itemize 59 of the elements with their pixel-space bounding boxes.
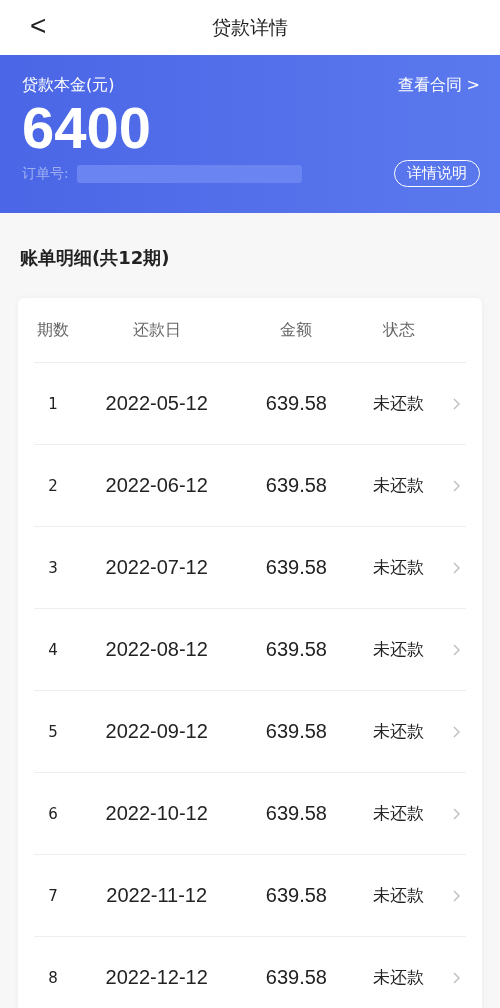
page-title: 贷款详情 xyxy=(212,14,288,40)
period-cell-text: 6 xyxy=(47,804,59,823)
date-cell-text: 2022-10-12 xyxy=(104,802,209,825)
bill-row[interactable]: 1 2022-05-12 639.58 未还款 xyxy=(34,363,466,445)
period-cell-text: 2 xyxy=(47,476,59,495)
chevron-right-icon xyxy=(452,561,460,574)
column-header: 金额 xyxy=(279,319,314,341)
period-cell-text: 4 xyxy=(47,640,59,659)
period-cell-text: 3 xyxy=(47,558,59,577)
principal-label: 贷款本金(元) xyxy=(22,75,115,96)
bill-row[interactable]: 6 2022-10-12 639.58 未还款 xyxy=(34,773,466,855)
status-cell-text: 未还款 xyxy=(372,966,426,989)
period-cell-text: 5 xyxy=(47,722,59,741)
period-cell-text: 8 xyxy=(47,968,59,987)
chevron-right-icon xyxy=(452,971,460,984)
chevron-right-icon xyxy=(452,397,460,410)
status-cell-text: 未还款 xyxy=(372,474,426,497)
bill-row[interactable]: 3 2022-07-12 639.58 未还款 xyxy=(34,527,466,609)
section-title: 账单明细(共12期) xyxy=(19,246,171,265)
amount-cell-text: 639.58 xyxy=(264,474,328,497)
chevron-right-icon xyxy=(452,479,460,492)
date-cell-text: 2022-12-12 xyxy=(104,966,209,989)
amount-cell-text: 639.58 xyxy=(264,884,328,907)
period-cell-text: 1 xyxy=(47,394,59,413)
date-cell-text: 2022-09-12 xyxy=(104,720,209,743)
view-contract-link[interactable]: 查看合同 > xyxy=(397,75,480,96)
amount-cell-text: 639.58 xyxy=(264,802,328,825)
column-header: 期数 xyxy=(35,319,70,341)
column-header: 状态 xyxy=(381,319,416,341)
amount-cell-text: 639.58 xyxy=(264,556,328,579)
chevron-right-icon xyxy=(452,725,460,738)
date-cell-text: 2022-05-12 xyxy=(104,392,209,415)
chevron-right-icon xyxy=(452,643,460,656)
bill-row[interactable]: 5 2022-09-12 639.58 未还款 xyxy=(34,691,466,773)
back-button[interactable]: < xyxy=(30,10,47,42)
amount-cell-text: 639.58 xyxy=(264,966,328,989)
principal-amount: 6400 xyxy=(22,98,153,158)
amount-cell-text: 639.58 xyxy=(264,638,328,661)
date-cell-text: 2022-08-12 xyxy=(104,638,209,661)
order-number-label: 订单号: xyxy=(22,164,69,183)
bill-row[interactable]: 2 2022-06-12 639.58 未还款 xyxy=(34,445,466,527)
chevron-right-icon xyxy=(452,807,460,820)
status-cell-text: 未还款 xyxy=(372,638,426,661)
chevron-right-icon xyxy=(452,889,460,902)
status-cell-text: 未还款 xyxy=(372,392,426,415)
status-cell-text: 未还款 xyxy=(372,556,426,579)
bill-row[interactable]: 8 2022-12-12 639.58 未还款 xyxy=(34,937,466,1008)
status-cell-text: 未还款 xyxy=(372,802,426,825)
bill-row[interactable]: 7 2022-11-12 639.58 未还款 xyxy=(34,855,466,937)
amount-cell-text: 639.58 xyxy=(264,392,328,415)
column-header: 还款日 xyxy=(131,319,182,341)
date-cell-text: 2022-11-12 xyxy=(105,884,209,907)
status-cell-text: 未还款 xyxy=(372,884,426,907)
amount-cell-text: 639.58 xyxy=(264,720,328,743)
bill-row[interactable]: 4 2022-08-12 639.58 未还款 xyxy=(34,609,466,691)
status-cell-text: 未还款 xyxy=(372,720,426,743)
date-cell-text: 2022-06-12 xyxy=(104,474,209,497)
period-cell-text: 7 xyxy=(47,886,59,905)
date-cell-text: 2022-07-12 xyxy=(104,556,209,579)
